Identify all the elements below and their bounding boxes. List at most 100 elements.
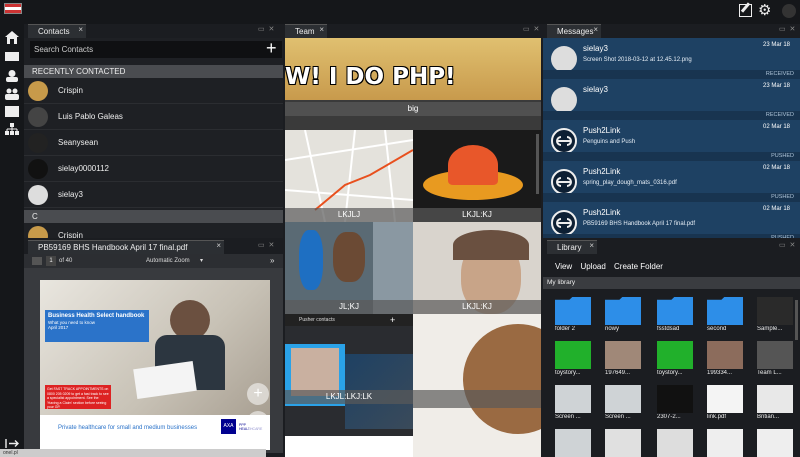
window-controls[interactable]: ▭ ✕	[258, 241, 275, 249]
add-contact-button[interactable]: +	[266, 39, 277, 57]
window-controls[interactable]: ▭ ✕	[779, 241, 796, 249]
pdf-toolbar: 1 of 40 Automatic Zoom ▾ »	[24, 254, 283, 268]
library-file[interactable]: toystory...	[555, 341, 591, 381]
contact-name: sielay0000112	[58, 164, 110, 173]
message-status: PUSHED	[543, 152, 800, 161]
team-tile[interactable]: LKJL:KJ	[413, 130, 541, 222]
library-file[interactable]: Sample...	[757, 297, 793, 337]
contact-row[interactable]: Crispin	[24, 78, 283, 104]
create-folder-button[interactable]: Create Folder	[614, 262, 663, 271]
close-icon[interactable]: ×	[319, 24, 324, 37]
gear-icon[interactable]: ⚙	[758, 3, 771, 18]
message-sender: Push2Link	[583, 208, 621, 217]
tab-library[interactable]: Library ×	[547, 240, 597, 254]
tab-contacts[interactable]: Contacts ×	[28, 24, 86, 38]
page-number-input[interactable]: 1	[46, 256, 56, 266]
pdf-panel: PB59169 BHS Handbook April 17 final.pdf …	[24, 240, 283, 453]
sidebar-toggle-icon[interactable]	[32, 257, 42, 265]
library-file[interactable]: Britian...	[757, 385, 793, 425]
tab-team[interactable]: Team ×	[285, 24, 327, 38]
library-folder[interactable]: second	[707, 297, 743, 337]
contacts-icon[interactable]	[5, 70, 19, 84]
breadcrumb[interactable]: My library	[543, 277, 800, 289]
file-thumbnail	[657, 385, 693, 413]
window-controls[interactable]: ▭ ✕	[258, 25, 275, 33]
library-folder[interactable]: folder 2	[555, 297, 591, 337]
library-file[interactable]	[657, 429, 693, 457]
team-icon[interactable]	[5, 88, 19, 102]
item-name: 199334...	[707, 370, 733, 376]
tab-contacts-label: Contacts	[38, 27, 70, 36]
team-panel: Team × ▭ ✕ W! I DO PHP! big LKJLJ LKJL:K…	[285, 24, 541, 457]
contact-row[interactable]: Seanysean	[24, 130, 283, 156]
library-file[interactable]: Interact...	[605, 429, 641, 457]
mail-icon[interactable]	[5, 52, 19, 61]
zoom-select[interactable]: Automatic Zoom	[146, 254, 190, 268]
home-icon[interactable]	[5, 31, 19, 44]
library-file[interactable]: 197649...	[605, 341, 641, 381]
library-file[interactable]: Screen ...	[605, 385, 641, 425]
library-file[interactable]: BOA An...	[707, 429, 743, 457]
pdf-page[interactable]: Business Health Select handbook What you…	[40, 280, 270, 450]
tab-pdf[interactable]: PB59169 BHS Handbook April 17 final.pdf …	[28, 240, 224, 254]
library-file[interactable]: toystory...	[657, 341, 693, 381]
view-button[interactable]: View	[555, 262, 572, 271]
library-file[interactable]: Screen ...	[555, 429, 591, 457]
contact-row[interactable]: Luis Pablo Galeas	[24, 104, 283, 130]
close-icon[interactable]: ×	[216, 240, 221, 253]
tile-label: LKJL:LKJ:LK	[285, 390, 413, 404]
tab-messages[interactable]: Messages ×	[547, 24, 601, 38]
flag-icon[interactable]	[4, 3, 22, 14]
upload-button[interactable]: Upload	[580, 262, 605, 271]
zoom-in-button[interactable]: +	[247, 383, 269, 405]
close-icon[interactable]: ×	[589, 240, 594, 253]
meme-text: W! I DO PHP!	[285, 64, 456, 90]
more-tools-icon[interactable]: »	[270, 254, 274, 268]
team-tile[interactable]: LKJLJ	[285, 130, 413, 222]
add-icon[interactable]: +	[390, 314, 395, 326]
library-icon[interactable]	[5, 106, 19, 117]
team-tile[interactable]	[413, 314, 541, 457]
hierarchy-icon[interactable]	[5, 123, 19, 137]
library-file[interactable]: link.pdf	[707, 385, 743, 425]
close-icon[interactable]: ×	[593, 24, 598, 37]
contact-row[interactable]: Crispin	[24, 223, 283, 238]
library-file[interactable]: Screen ...	[555, 385, 591, 425]
scrollbar[interactable]	[795, 300, 798, 340]
item-name: Screen ...	[555, 414, 581, 420]
team-tile[interactable]: LKJL:KJ	[413, 222, 541, 314]
library-file[interactable]: 199334...	[707, 341, 743, 381]
chevron-down-icon[interactable]: ▾	[200, 254, 203, 268]
library-file[interactable]: Team L...	[757, 341, 793, 381]
edit-icon[interactable]	[739, 4, 752, 17]
contacts-panel: Contacts × ▭ ✕ Search Contacts + RECENTL…	[24, 24, 283, 238]
team-tile[interactable]: W! I DO PHP! big	[285, 38, 541, 130]
zoom-out-button[interactable]: −	[247, 411, 269, 433]
user-avatar[interactable]	[782, 4, 796, 18]
folder-icon	[555, 297, 591, 325]
close-icon[interactable]: ×	[78, 24, 83, 37]
message-date: 23 Mar 18	[762, 83, 790, 89]
team-tile[interactable]: Pusher contacts + LKJL:LKJ:LK	[285, 314, 413, 457]
message-date: 02 Mar 18	[762, 206, 790, 212]
message-status: PUSHED	[543, 193, 800, 202]
search-contacts-input[interactable]: Search Contacts	[30, 41, 282, 58]
message-sender: sielay3	[583, 44, 608, 53]
message-item[interactable]: Push2Link PB59169 BHS Handbook April 17 f…	[543, 202, 800, 238]
library-folder[interactable]: fsstdsad	[657, 297, 693, 337]
contact-row[interactable]: sielay3	[24, 182, 283, 208]
item-name: folder 2	[555, 326, 576, 332]
team-tile[interactable]: JL;KJ	[285, 222, 413, 314]
window-controls[interactable]: ▭ ✕	[523, 25, 540, 33]
avatar	[28, 133, 48, 153]
library-folder[interactable]: nowy	[605, 297, 641, 337]
library-file[interactable]: 2307-2...	[657, 385, 693, 425]
file-thumbnail	[757, 297, 793, 325]
scrollbar[interactable]	[536, 134, 539, 194]
recent-section-header: RECENTLY CONTACTED	[24, 65, 283, 78]
library-tabbar: Library × ▭ ✕	[543, 240, 800, 254]
contact-row[interactable]: sielay0000112	[24, 156, 283, 182]
window-controls[interactable]: ▭ ✕	[779, 25, 796, 33]
file-thumbnail	[605, 341, 641, 369]
library-file[interactable]: BOA An...	[757, 429, 793, 457]
